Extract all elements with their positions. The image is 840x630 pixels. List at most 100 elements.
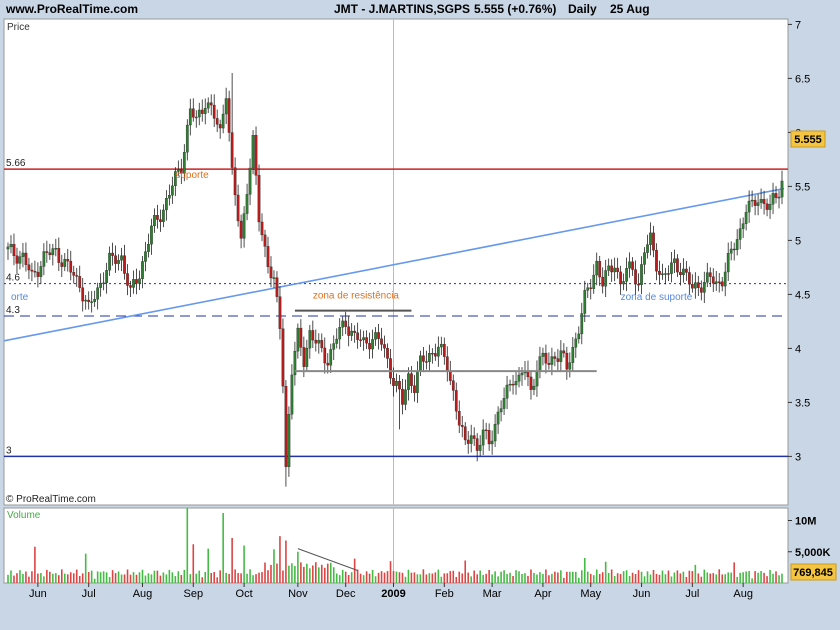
watermark: © ProRealTime.com (6, 494, 96, 505)
candle-body (371, 339, 374, 350)
candle-body (490, 440, 494, 445)
candle-body (284, 385, 288, 467)
candle-body (714, 281, 718, 284)
candle-body (475, 438, 479, 451)
current-volume-label: 769,845 (793, 567, 833, 579)
stock-chart[interactable]: 5.66 4.6 4.3 3 suporte zona de resistência or… (0, 0, 840, 630)
candle-body (538, 356, 542, 372)
candle-body (398, 381, 401, 390)
candle-body (619, 271, 622, 285)
candle-body (18, 256, 22, 264)
horizontal-line-label: 3 (6, 445, 12, 456)
x-tick-label: Nov (288, 588, 308, 600)
candle-body (153, 215, 156, 227)
price-tick-label: 4 (795, 343, 801, 355)
annotation-label: zona de resistência (313, 291, 400, 302)
candle-body (425, 361, 428, 363)
candle-body (466, 439, 470, 444)
candle-body (702, 282, 706, 293)
candle-body (75, 275, 79, 277)
candle-body (126, 273, 129, 286)
candle-body (753, 199, 757, 206)
candle-body (693, 282, 697, 289)
candle-body (676, 258, 679, 273)
candle-body (592, 274, 596, 289)
candle-body (63, 258, 67, 267)
candle-body (48, 252, 52, 256)
x-tick-label: May (580, 588, 601, 600)
candle-body (439, 343, 443, 348)
candle-body (744, 211, 748, 224)
candle-body (380, 338, 383, 345)
candle-body (487, 430, 491, 445)
candle-body (604, 270, 608, 287)
candle-body (296, 327, 300, 352)
candle-body (105, 270, 108, 284)
candle-body (281, 328, 285, 387)
candle-body (395, 381, 398, 386)
price-tick-label: 3 (795, 451, 801, 463)
candle-body (392, 378, 395, 386)
candle-body (117, 260, 120, 264)
x-tick-label: Oct (236, 588, 253, 600)
candle-body (679, 271, 682, 276)
candle-body (51, 248, 55, 256)
candle-body (442, 343, 446, 357)
candle-body (266, 246, 270, 267)
candle-body (607, 265, 611, 271)
candle-body (69, 260, 73, 273)
volume-panel-label: Volume (7, 510, 41, 521)
candle-body (341, 320, 345, 328)
candle-body (496, 411, 500, 425)
annotation-label: zona de suporte (621, 292, 693, 303)
price-tick-label: 5.5 (795, 181, 810, 193)
candle-body (326, 362, 330, 366)
candle-body (670, 262, 673, 274)
candle-body (263, 234, 267, 247)
volume-tick-label: 5,000K (795, 547, 831, 559)
candle-body (565, 352, 569, 370)
candle-body (544, 352, 548, 364)
candle-body (24, 252, 28, 265)
current-price-label: 5.555 (794, 134, 822, 146)
candle-body (36, 271, 40, 277)
candle-body (162, 209, 165, 222)
x-tick-label: Aug (733, 588, 753, 600)
candle-body (777, 196, 781, 199)
candle-body (583, 290, 587, 314)
candle-body (419, 355, 422, 371)
candle-body (15, 255, 19, 264)
price-tick-label: 4.5 (795, 289, 810, 301)
candle-body (416, 370, 419, 393)
candle-body (637, 283, 640, 286)
candle-body (478, 444, 482, 451)
candle-body (254, 135, 258, 176)
price-tick-label: 3.5 (795, 397, 810, 409)
candle-body (768, 204, 772, 210)
candle-body (673, 258, 676, 263)
candle-body (212, 104, 216, 119)
candle-body (735, 239, 739, 250)
candle-body (368, 343, 371, 350)
candle-body (66, 258, 70, 262)
candle-body (188, 108, 192, 126)
candle-body (732, 248, 736, 251)
candle-body (278, 296, 282, 329)
candle-body (643, 252, 646, 265)
candle-body (451, 380, 455, 391)
candle-body (532, 385, 536, 390)
candle-body (577, 333, 581, 340)
candle-body (571, 347, 575, 363)
candle-body (156, 215, 159, 220)
candle-body (227, 98, 231, 133)
candle-body (359, 339, 362, 341)
candle-body (218, 124, 222, 129)
candle-body (9, 244, 13, 248)
candle-body (562, 350, 566, 354)
candle-body (705, 272, 709, 283)
candle-body (203, 108, 207, 114)
x-tick-label: Apr (534, 588, 551, 600)
candle-body (102, 282, 105, 285)
candle-body (132, 279, 135, 288)
candle-body (45, 251, 49, 253)
